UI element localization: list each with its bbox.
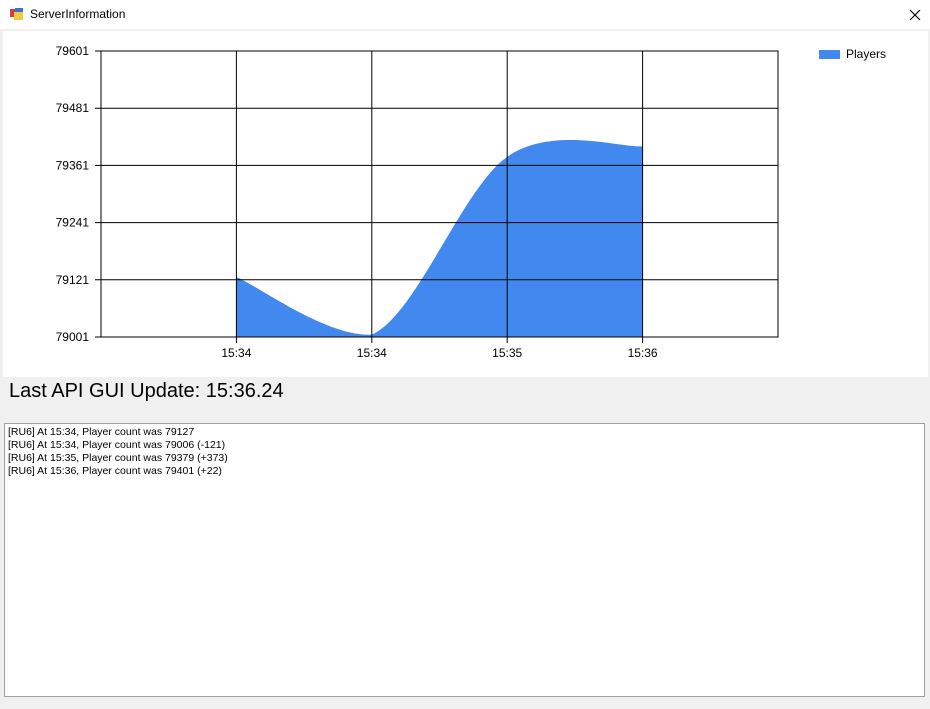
window-title: ServerInformation [30,7,126,21]
y-tick-label: 79481 [56,101,90,115]
close-button[interactable] [900,0,930,29]
log-textbox[interactable]: [RU6] At 15:34, Player count was 79127 [… [4,423,925,697]
player-count-chart: 79601 79481 79361 79241 79121 79001 15:34 15:34… [56,44,779,360]
legend-label: Players [846,47,887,61]
legend-swatch [819,49,840,59]
y-tick-label: 79001 [56,330,90,344]
y-tick-label: 79361 [56,158,90,172]
log-line: [RU6] At 15:36, Player count was 79401 (… [8,465,222,477]
log-line: [RU6] At 15:34, Player count was 79127 [8,426,195,438]
log-line: [RU6] At 15:34, Player count was 79006 (… [8,439,226,451]
log-line: [RU6] At 15:35, Player count was 79379 (… [8,452,228,464]
app-icon [10,8,23,20]
x-tick-label: 15:36 [628,346,658,360]
chart-panel: 79601 79481 79361 79241 79121 79001 15:34 15:34… [3,31,928,377]
last-update-label: Last API GUI Update: 15:36.24 [9,380,284,402]
series-area-players [236,140,643,337]
x-tick-label: 15:34 [221,346,251,360]
x-tick-label: 15:35 [492,346,522,360]
y-tick-label: 79121 [56,273,90,287]
chart-legend: Players [819,47,886,61]
y-tick-label: 79241 [56,216,90,230]
close-icon [909,9,921,20]
title-bar: ServerInformation [0,0,930,29]
y-tick-label: 79601 [56,44,90,58]
x-tick-label: 15:34 [357,346,387,360]
